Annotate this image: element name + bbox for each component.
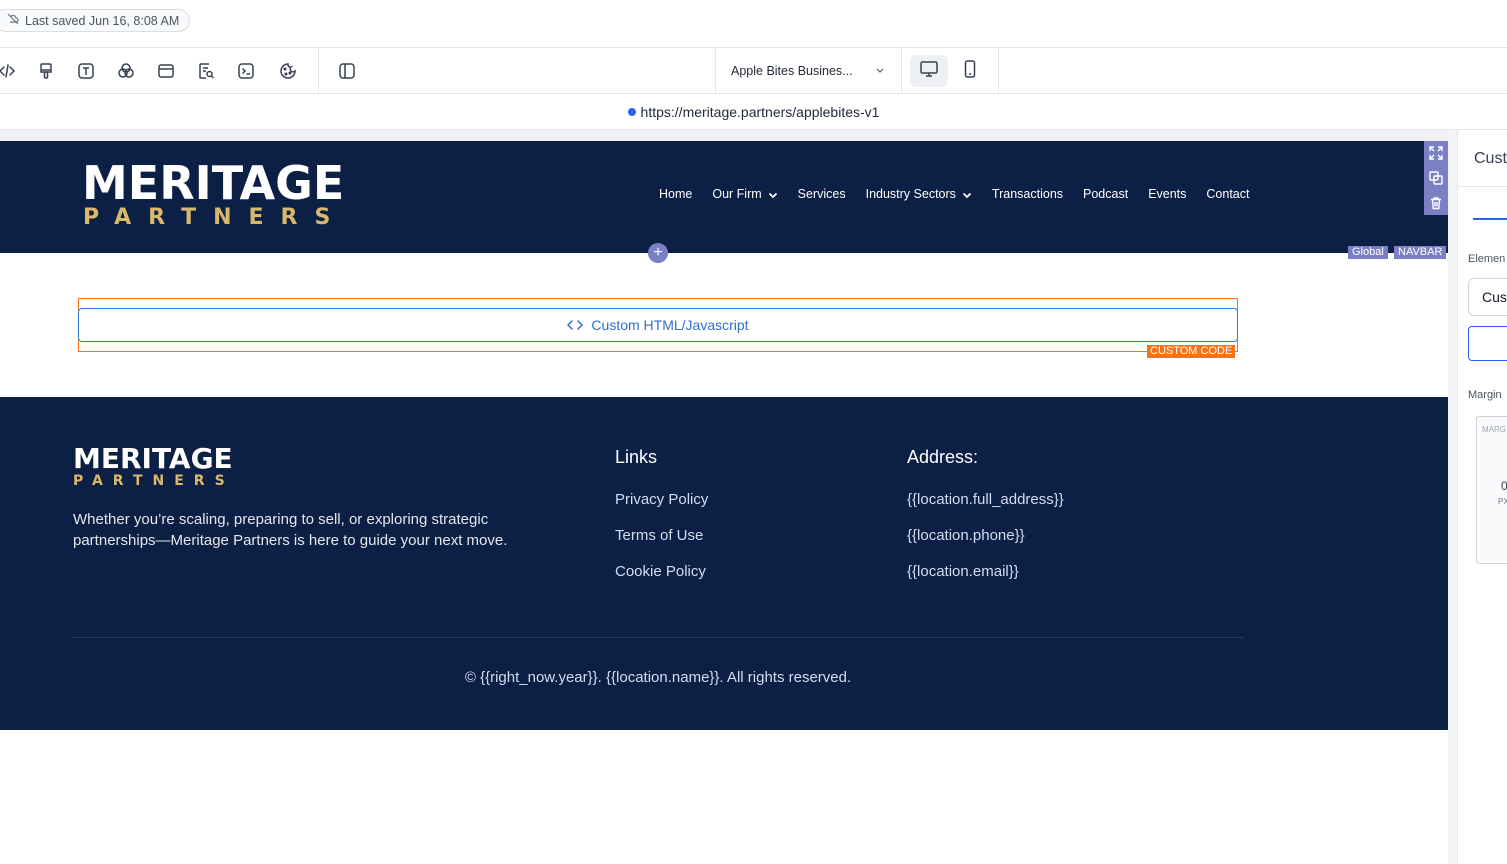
custom-html-button[interactable]: Custom HTML/Javascript: [78, 308, 1238, 342]
panel-action-button[interactable]: [1468, 326, 1507, 361]
footer-divider: [73, 637, 1243, 638]
add-section-button[interactable]: +: [648, 243, 668, 263]
last-saved-pill: Last saved Jun 16, 8:08 AM: [0, 9, 191, 32]
terminal-icon[interactable]: [233, 58, 259, 84]
properties-panel: Cust Elemen Cus Margin MARG 0 PX: [1457, 130, 1507, 864]
expand-icon[interactable]: [1428, 145, 1444, 161]
footer-logo[interactable]: MERITAGE PARTNERS: [73, 442, 235, 490]
footer-phone: {{location.phone}}: [907, 527, 1025, 544]
margin-value[interactable]: 0: [1501, 479, 1507, 493]
builder-app: Last saved Jun 16, 8:08 AM Apple Bites B…: [0, 0, 1507, 864]
desktop-icon: [919, 59, 939, 84]
panel-divider: [1458, 186, 1507, 187]
code-icon[interactable]: [0, 58, 20, 84]
paint-brush-icon[interactable]: [33, 58, 59, 84]
margin-label: Margin: [1468, 389, 1502, 401]
margin-box-label: MARG: [1482, 425, 1506, 434]
nav-link-transactions[interactable]: Transactions: [992, 187, 1063, 201]
cookie-icon[interactable]: [275, 58, 301, 84]
toolbar-divider: [998, 48, 999, 94]
layout-icon[interactable]: [153, 58, 179, 84]
nav-link-label: Events: [1148, 187, 1187, 201]
mobile-icon: [960, 59, 980, 84]
nav-link-events[interactable]: Events: [1148, 187, 1186, 201]
global-tag: Global: [1348, 246, 1388, 259]
logo-wordmark-top: MERITAGE: [73, 442, 233, 475]
duplicate-icon[interactable]: [1428, 170, 1444, 186]
url-bar[interactable]: https://meritage.partners/applebites-v1: [0, 94, 1507, 130]
panel-active-tab[interactable]: [1473, 218, 1507, 220]
last-saved-text: Last saved Jun 16, 8:08 AM: [25, 13, 180, 28]
element-name-input[interactable]: Cus: [1468, 278, 1507, 316]
plus-icon: +: [653, 244, 663, 261]
nav-link-label: Home: [659, 187, 693, 201]
site-logo[interactable]: MERITAGE PARTNERS: [82, 156, 348, 231]
margin-box[interactable]: MARG 0 PX: [1476, 416, 1507, 564]
shapes-icon[interactable]: [113, 58, 139, 84]
footer-description: Whether you’re scaling, preparing to sel…: [73, 511, 508, 549]
page-selector-value: Apple Bites Busines...: [731, 64, 853, 78]
status-dot-icon: [627, 107, 636, 116]
nav-link-label: Industry Sectors: [865, 187, 956, 201]
chevron-down-icon: [768, 189, 778, 199]
navbar-tag: NAVBAR: [1394, 246, 1447, 259]
custom-html-label: Custom HTML/Javascript: [591, 317, 749, 333]
margin-unit: PX: [1498, 497, 1507, 506]
editor-toolbar: Apple Bites Busines...: [0, 48, 1507, 94]
nav-menu: Home Our Firm Services Industry Sectors …: [659, 187, 1270, 201]
footer-link-terms-of-use[interactable]: Terms of Use: [615, 527, 703, 544]
nav-link-label: Our Firm: [712, 187, 762, 201]
footer-address-heading: Address:: [907, 447, 979, 467]
url-text: https://meritage.partners/applebites-v1: [640, 103, 880, 120]
toolbar-divider: [318, 48, 319, 94]
nav-link-podcast[interactable]: Podcast: [1083, 187, 1128, 201]
footer-copyright: © {{right_now.year}}. {{location.name}}.…: [464, 669, 852, 686]
footer-email: {{location.email}}: [907, 563, 1019, 580]
logo-wordmark-bottom: PARTNERS: [83, 205, 348, 230]
nav-link-label: Podcast: [1083, 187, 1129, 201]
canvas-top-gap: [0, 130, 1448, 141]
custom-code-tag: CUSTOM CODE: [1147, 345, 1236, 358]
panel-title: Cust: [1474, 150, 1507, 167]
logo-wordmark-top: MERITAGE: [82, 156, 345, 210]
nav-link-label: Services: [797, 187, 846, 201]
form-icon[interactable]: [193, 58, 219, 84]
footer-links-heading: Links: [615, 447, 658, 467]
nav-link-industry-sectors[interactable]: Industry Sectors: [866, 187, 972, 201]
panel-gutter: [1448, 130, 1457, 864]
section-edit-tools: [1424, 141, 1448, 215]
desktop-view-button[interactable]: [910, 55, 948, 87]
text-icon[interactable]: [73, 58, 99, 84]
nav-link-our-firm[interactable]: Our Firm: [712, 187, 777, 201]
footer-link-cookie-policy[interactable]: Cookie Policy: [615, 563, 706, 580]
site-footer[interactable]: MERITAGE PARTNERS Whether you’re scaling…: [0, 397, 1448, 730]
site-navbar[interactable]: MERITAGE PARTNERS Home Our Firm Services…: [0, 141, 1448, 253]
cloud-off-icon: [7, 13, 19, 28]
nav-link-home[interactable]: Home: [659, 187, 692, 201]
logo-wordmark-bottom: PARTNERS: [73, 473, 235, 489]
element-label: Elemen: [1468, 253, 1506, 265]
nav-link-contact[interactable]: Contact: [1206, 187, 1249, 201]
footer-address: {{location.full_address}}: [907, 491, 1064, 508]
mobile-view-button[interactable]: [951, 55, 989, 87]
toolbar-divider: [901, 48, 902, 94]
trash-icon[interactable]: [1428, 195, 1444, 211]
nav-link-label: Contact: [1206, 187, 1250, 201]
nav-link-label: Transactions: [991, 187, 1064, 201]
top-bar: Last saved Jun 16, 8:08 AM: [0, 0, 1507, 48]
footer-link-privacy-policy[interactable]: Privacy Policy: [615, 491, 708, 508]
nav-link-services[interactable]: Services: [798, 187, 846, 201]
chevron-down-icon: [962, 189, 972, 199]
split-view-icon[interactable]: [334, 58, 360, 84]
code-brackets-icon: [567, 318, 584, 332]
page-selector[interactable]: Apple Bites Busines...: [716, 48, 901, 94]
chevron-down-icon: [875, 64, 885, 74]
